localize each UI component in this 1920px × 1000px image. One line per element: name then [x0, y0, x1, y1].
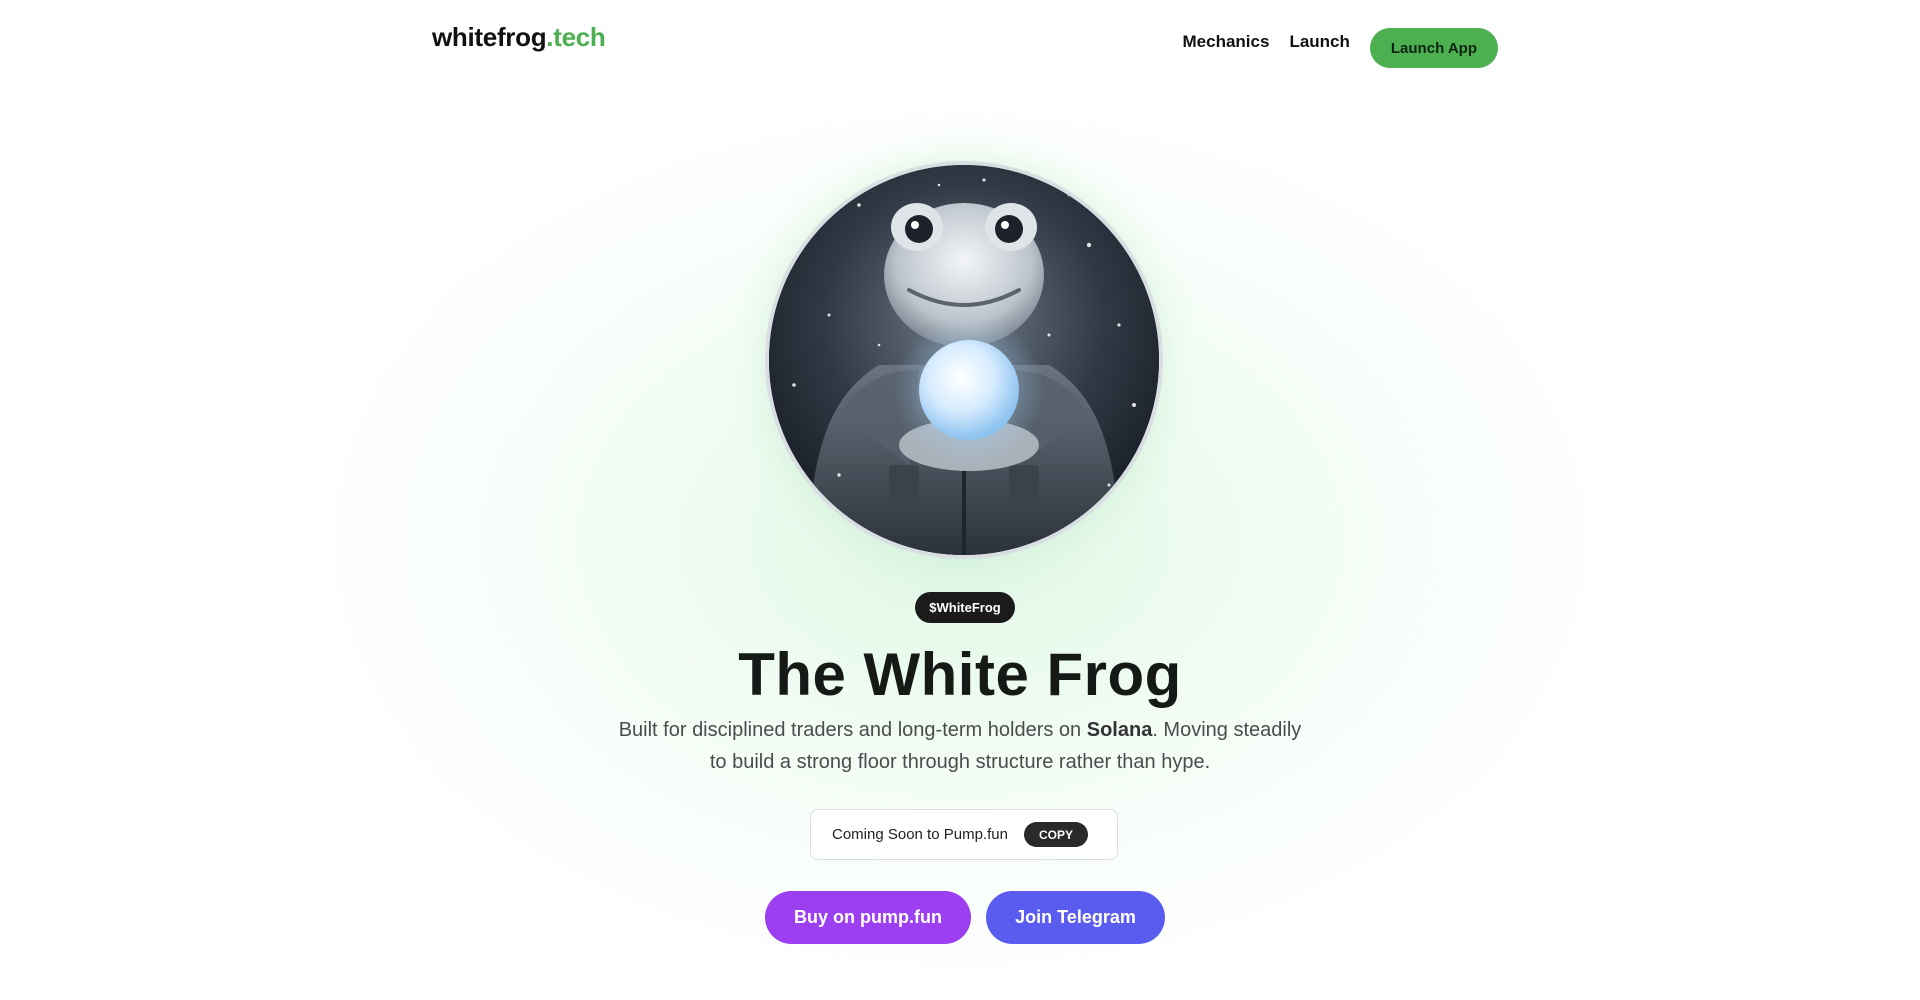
white-frog-illustration [769, 165, 1159, 555]
logo-accent-text: .tech [546, 22, 606, 52]
frog-avatar-image [765, 161, 1163, 559]
join-telegram-button[interactable]: Join Telegram [986, 891, 1165, 944]
token-ticker-badge: $WhiteFrog [915, 592, 1015, 623]
contract-address-box: Coming Soon to Pump.fun COPY [810, 809, 1118, 860]
subtitle-part1: Built for disciplined traders and long-t… [618, 719, 1087, 741]
copy-button[interactable]: COPY [1023, 822, 1088, 847]
buy-on-pumpfun-button[interactable]: Buy on pump.fun [765, 891, 971, 944]
subtitle-solana: Solana [1086, 719, 1153, 741]
top-navbar: whitefrog.tech Mechanics Launch Launch A… [0, 0, 1920, 80]
nav-link-mechanics[interactable]: Mechanics [1183, 32, 1270, 52]
launch-app-button[interactable]: Launch App [1369, 28, 1498, 68]
contract-address-text: Coming Soon to Pump.fun [832, 826, 1008, 843]
hero-subtitle: Built for disciplined traders and long-t… [610, 714, 1310, 778]
logo-main-text: whitefrog [432, 22, 547, 52]
page-title: The White Frog [738, 641, 1182, 708]
main-nav: Mechanics Launch Launch App [1183, 22, 1498, 68]
nav-link-launch[interactable]: Launch [1289, 32, 1349, 52]
site-logo[interactable]: whitefrog.tech [432, 22, 606, 53]
